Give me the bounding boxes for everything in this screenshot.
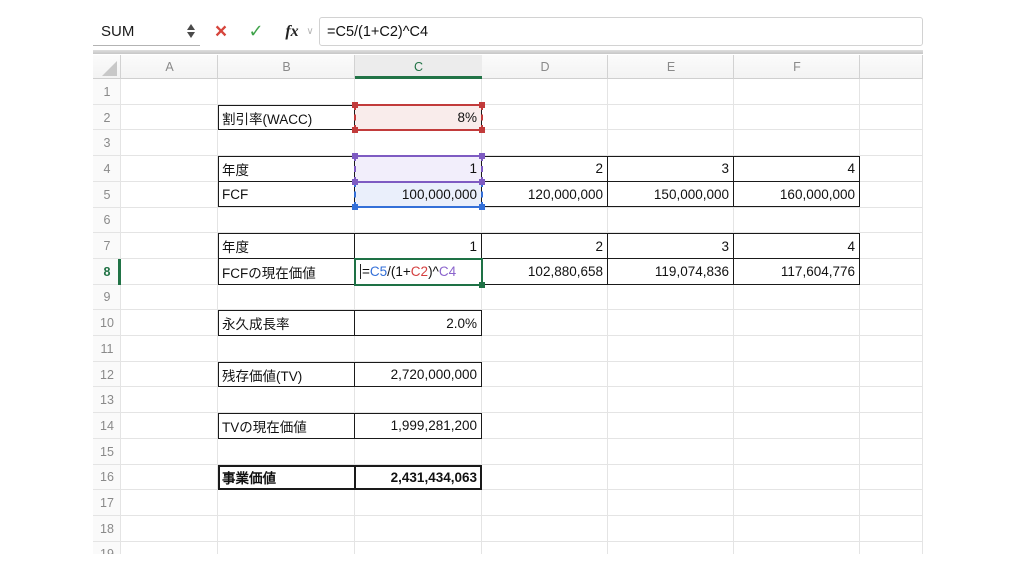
formula-part: C4 <box>438 264 457 280</box>
cell-B7[interactable]: 年度 <box>218 233 355 259</box>
select-all-corner[interactable] <box>93 55 121 79</box>
name-box-stepper[interactable] <box>187 24 195 38</box>
formula-part: C2 <box>410 264 429 280</box>
row-header-6[interactable]: 6 <box>93 208 121 234</box>
cell-D7[interactable]: 2 <box>482 233 608 259</box>
stepper-up-icon[interactable] <box>187 24 195 30</box>
cell-B8[interactable]: FCFの現在価値 <box>218 259 355 285</box>
name-box[interactable]: SUM <box>93 17 200 46</box>
confirm-icon[interactable]: ✓ <box>243 17 269 46</box>
cell-C4[interactable]: 1 <box>355 156 482 182</box>
column-header-B[interactable]: B <box>218 55 355 79</box>
row-header-1[interactable]: 1 <box>93 79 121 105</box>
cell-D8[interactable]: 102,880,658 <box>482 259 608 285</box>
gridline-horizontal <box>93 514 923 516</box>
cell-E4[interactable]: 3 <box>608 156 734 182</box>
row-header-17[interactable]: 17 <box>93 490 121 516</box>
row-header-14[interactable]: 14 <box>93 413 121 439</box>
cell-B4[interactable]: 年度 <box>218 156 355 182</box>
formula-bar-separator <box>93 50 923 54</box>
formula-part: )^ <box>428 264 439 280</box>
active-row-bar <box>118 258 121 285</box>
formula-bar-chevron-icon[interactable]: ∨ <box>303 17 317 46</box>
formula-part: C5 <box>369 264 388 280</box>
select-all-triangle-icon <box>102 61 117 76</box>
cell-C16[interactable]: 2,431,434,063 <box>355 465 482 491</box>
cell-B10[interactable]: 永久成長率 <box>218 310 355 336</box>
cell-C12[interactable]: 2,720,000,000 <box>355 362 482 388</box>
sheet-grid[interactable]: ABCDEF12345678910111213141516171819割引率(W… <box>93 55 923 554</box>
column-header-A[interactable]: A <box>121 55 218 79</box>
cell-F5[interactable]: 160,000,000 <box>734 182 860 208</box>
row-header-7[interactable]: 7 <box>93 233 121 259</box>
cell-C2[interactable]: 8% <box>355 105 482 131</box>
formula-part: = <box>362 264 370 280</box>
spreadsheet-app: SUM × ✓ fx ∨ =C5/(1+C2)^C4 ABCDEF1234567… <box>0 0 1020 574</box>
gridline-vertical <box>733 79 734 554</box>
row-header-10[interactable]: 10 <box>93 310 121 336</box>
row-header-13[interactable]: 13 <box>93 387 121 413</box>
cell-B14[interactable]: TVの現在価値 <box>218 413 355 439</box>
cell-B5[interactable]: FCF <box>218 182 355 208</box>
gridline-vertical <box>922 79 923 554</box>
row-header-15[interactable]: 15 <box>93 439 121 465</box>
cell-C7[interactable]: 1 <box>355 233 482 259</box>
formula-input[interactable]: =C5/(1+C2)^C4 <box>319 17 923 46</box>
row-header-16[interactable]: 16 <box>93 465 121 491</box>
column-header-D[interactable]: D <box>482 55 608 79</box>
cancel-icon[interactable]: × <box>208 17 234 46</box>
column-header-F[interactable]: F <box>734 55 860 79</box>
cell-F7[interactable]: 4 <box>734 233 860 259</box>
cell-F4[interactable]: 4 <box>734 156 860 182</box>
row-header-2[interactable]: 2 <box>93 105 121 131</box>
insert-function-icon[interactable]: fx <box>279 17 305 46</box>
cell-B12[interactable]: 残存価値(TV) <box>218 362 355 388</box>
row-header-19[interactable]: 19 <box>93 542 121 554</box>
gridline-vertical <box>859 79 860 554</box>
row-header-4[interactable]: 4 <box>93 156 121 182</box>
row-header-3[interactable]: 3 <box>93 130 121 156</box>
cell-C5[interactable]: 100,000,000 <box>355 182 482 208</box>
cell-C14[interactable]: 1,999,281,200 <box>355 413 482 439</box>
column-header-E[interactable]: E <box>608 55 734 79</box>
column-header-partial[interactable] <box>860 55 923 79</box>
active-column-underline <box>355 76 482 79</box>
stepper-down-icon[interactable] <box>187 32 195 38</box>
row-header-9[interactable]: 9 <box>93 285 121 311</box>
row-header-12[interactable]: 12 <box>93 362 121 388</box>
cell-E8[interactable]: 119,074,836 <box>608 259 734 285</box>
row-header-8[interactable]: 8 <box>93 259 121 285</box>
name-box-value: SUM <box>101 22 135 40</box>
cell-B2[interactable]: 割引率(WACC) <box>218 105 355 131</box>
cell-F8[interactable]: 117,604,776 <box>734 259 860 285</box>
gridline-horizontal <box>93 540 923 542</box>
row-header-18[interactable]: 18 <box>93 516 121 542</box>
row-header-5[interactable]: 5 <box>93 182 121 208</box>
cell-E5[interactable]: 150,000,000 <box>608 182 734 208</box>
cell-D4[interactable]: 2 <box>482 156 608 182</box>
gridline-vertical <box>607 79 608 554</box>
cell-B16[interactable]: 事業価値 <box>218 465 355 491</box>
row-header-11[interactable]: 11 <box>93 336 121 362</box>
cell-C8[interactable]: = C5/(1+ C2)^ C4 <box>355 259 482 285</box>
text-caret <box>360 264 361 280</box>
cell-D5[interactable]: 120,000,000 <box>482 182 608 208</box>
formula-part: /(1+ <box>387 264 411 280</box>
cell-C10[interactable]: 2.0% <box>355 310 482 336</box>
cell-E7[interactable]: 3 <box>608 233 734 259</box>
